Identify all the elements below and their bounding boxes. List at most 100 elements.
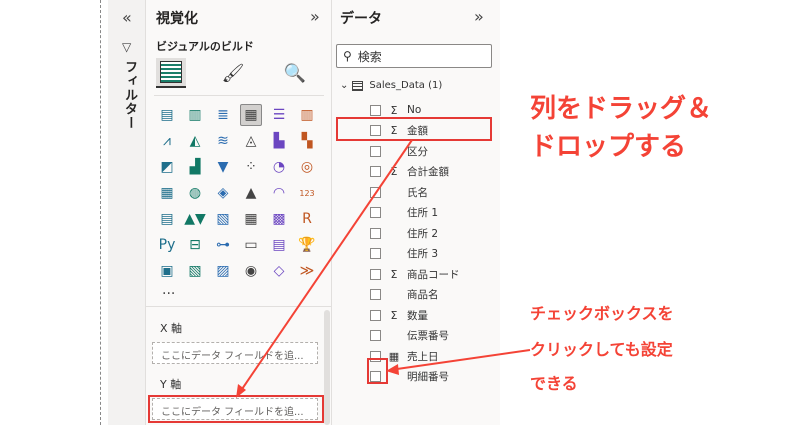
visualizations-collapse-icon[interactable]: » <box>310 7 320 26</box>
python-icon[interactable]: Py <box>156 234 178 256</box>
analytics-tab[interactable]: 🔍 <box>280 58 310 88</box>
visualizations-title: 視覚化 <box>156 11 198 27</box>
highlight-y-axis-well <box>148 395 324 423</box>
scatter-icon[interactable]: ⁘ <box>240 156 262 178</box>
search-input[interactable]: ⚲ 検索 <box>336 44 492 68</box>
chevron-down-icon: ⌄ <box>340 80 349 91</box>
annotation-check-line1: チェックボックスを <box>530 304 674 323</box>
dashed-divider <box>100 0 101 425</box>
matrix-icon[interactable]: ▩ <box>268 208 290 230</box>
visualizations-pane: 視覚化 » ビジュアルのビルド 🖌 🔍 ▤ ▥ ≣ ▦ ☰ ▥ ⩘ ◭ ≋ ◬ ▙ ▚ ◩ ▟ ▼ ⁘ ◔ ◎ ▦ ◍… <box>146 0 332 425</box>
narrative-icon[interactable]: ▤ <box>268 234 290 256</box>
field-row[interactable]: 伝票番号 <box>370 326 449 346</box>
azure-map-icon[interactable]: ▲ <box>240 182 262 204</box>
field-row[interactable]: 住所 1 <box>370 203 438 223</box>
treemap-icon[interactable]: ▦ <box>156 182 178 204</box>
more-visuals-button[interactable]: ... <box>162 282 175 298</box>
sum-icon: Σ <box>390 267 398 281</box>
line-column-icon[interactable]: ▙ <box>268 130 290 152</box>
build-visual-icon <box>160 61 182 83</box>
waterfall-icon[interactable]: ▚ <box>296 130 318 152</box>
decomposition-tree-icon[interactable]: ⊶ <box>212 234 234 256</box>
field-row[interactable]: 氏名 <box>370 182 428 202</box>
field-name: 区分 <box>407 145 428 158</box>
table-icon[interactable]: ▦ <box>240 208 262 230</box>
kpi-icon[interactable]: ▲▼ <box>184 208 206 230</box>
map-icon[interactable]: ◍ <box>184 182 206 204</box>
field-checkbox[interactable] <box>370 186 381 198</box>
filters-collapse-icon[interactable]: « <box>122 8 132 27</box>
data-collapse-icon[interactable]: » <box>474 7 484 26</box>
field-row[interactable]: Σ 数量 <box>370 305 428 325</box>
gauge-icon[interactable]: ◠ <box>268 182 290 204</box>
paginated-report-icon[interactable]: ▣ <box>156 260 178 282</box>
field-name: 住所 3 <box>407 248 439 260</box>
slicer-icon[interactable]: ▧ <box>212 208 234 230</box>
annotation-check-line2: クリックしても設定 <box>530 340 673 359</box>
field-row[interactable]: 住所 2 <box>370 223 438 243</box>
ribbon-chart-icon[interactable]: ◩ <box>156 156 178 178</box>
build-visual-tab[interactable] <box>156 58 186 88</box>
ribbon-icon[interactable]: ◬ <box>240 130 262 152</box>
table-sales-data[interactable]: ⌄ Sales_Data (1) <box>340 80 442 91</box>
field-checkbox[interactable] <box>370 104 381 116</box>
field-checkbox[interactable] <box>370 330 381 341</box>
powerapps-icon[interactable]: ◇ <box>268 260 290 282</box>
field-checkbox[interactable] <box>370 207 381 218</box>
line-icon[interactable]: ⩘ <box>156 130 178 152</box>
qa-icon[interactable]: ▭ <box>240 234 262 256</box>
donut-icon[interactable]: ◎ <box>296 156 318 178</box>
multirow-card-icon[interactable]: ▤ <box>156 208 178 230</box>
field-checkbox[interactable] <box>370 289 381 300</box>
data-pane: データ » ⚲ 検索 ⌄ Sales_Data (1) Σ No Σ 金額 区分 Σ 合計金… <box>332 0 500 425</box>
x-axis-well[interactable]: ここにデータ フィールドを追... <box>152 342 318 364</box>
card-icon[interactable]: 123 <box>296 182 318 204</box>
field-checkbox[interactable] <box>370 309 381 321</box>
field-name: 伝票番号 <box>407 330 449 342</box>
filters-label[interactable]: フィルター <box>120 60 139 130</box>
filter-funnel-icon: ▽ <box>122 40 132 54</box>
sum-icon: Σ <box>390 103 398 117</box>
100-bar-icon[interactable]: ☰ <box>268 104 290 126</box>
build-visual-subtitle: ビジュアルのビルド <box>156 40 254 53</box>
format-visual-icon: 🖌 <box>221 62 245 84</box>
field-row[interactable]: Σ 合計金額 <box>370 162 449 182</box>
automate-icon[interactable]: ≫ <box>296 260 318 282</box>
pie-icon[interactable]: ◔ <box>268 156 290 178</box>
table-name: Sales_Data (1) <box>369 80 443 91</box>
field-checkbox[interactable] <box>370 268 381 280</box>
field-row[interactable]: 区分 <box>370 141 428 161</box>
key-influencers-icon[interactable]: ⊟ <box>184 234 206 256</box>
sum-icon: Σ <box>390 308 398 322</box>
field-checkbox[interactable] <box>370 227 381 239</box>
field-row[interactable]: 商品名 <box>370 285 439 305</box>
power-apps-icon[interactable]: ▧ <box>184 260 206 282</box>
arcgis-icon[interactable]: ◉ <box>240 260 262 282</box>
column-line-icon[interactable]: ▟ <box>184 156 206 178</box>
viz-scrollbar[interactable] <box>324 310 330 425</box>
tab-divider <box>154 95 324 96</box>
field-checkbox[interactable] <box>370 166 381 177</box>
field-name: 商品名 <box>407 289 439 301</box>
clustered-column-icon[interactable]: ▦ <box>240 104 262 126</box>
power-automate-icon[interactable]: ▨ <box>212 260 234 282</box>
field-checkbox[interactable] <box>370 248 381 259</box>
clustered-bar-icon[interactable]: ≣ <box>212 104 234 126</box>
field-name: 商品コード <box>407 268 460 281</box>
y-axis-label: Y 軸 <box>160 378 182 391</box>
filled-map-icon[interactable]: ◈ <box>212 182 234 204</box>
stacked-column-icon[interactable]: ▥ <box>184 104 206 126</box>
visual-type-grid: ▤ ▥ ≣ ▦ ☰ ▥ ⩘ ◭ ≋ ◬ ▙ ▚ ◩ ▟ ▼ ⁘ ◔ ◎ ▦ ◍ ◈ ▲ ◠ 123 ▤ ▲▼ ▧ ▦ ▩ R Py ⊟ ⊶ ▭ ▤ 🏆… <box>156 104 326 284</box>
stacked-bar-icon[interactable]: ▤ <box>156 104 178 126</box>
100-column-icon[interactable]: ▥ <box>296 104 318 126</box>
goals-icon[interactable]: 🏆 <box>296 234 318 256</box>
field-checkbox[interactable] <box>370 145 381 157</box>
stacked-area-icon[interactable]: ≋ <box>212 130 234 152</box>
data-title: データ <box>340 11 382 27</box>
r-visual-icon[interactable]: R <box>296 208 318 230</box>
field-row[interactable]: Σ 商品コード <box>370 264 460 284</box>
funnel-icon[interactable]: ▼ <box>212 156 234 178</box>
field-row[interactable]: 住所 3 <box>370 244 438 264</box>
area-icon[interactable]: ◭ <box>184 130 206 152</box>
format-visual-tab[interactable]: 🖌 <box>218 58 248 88</box>
